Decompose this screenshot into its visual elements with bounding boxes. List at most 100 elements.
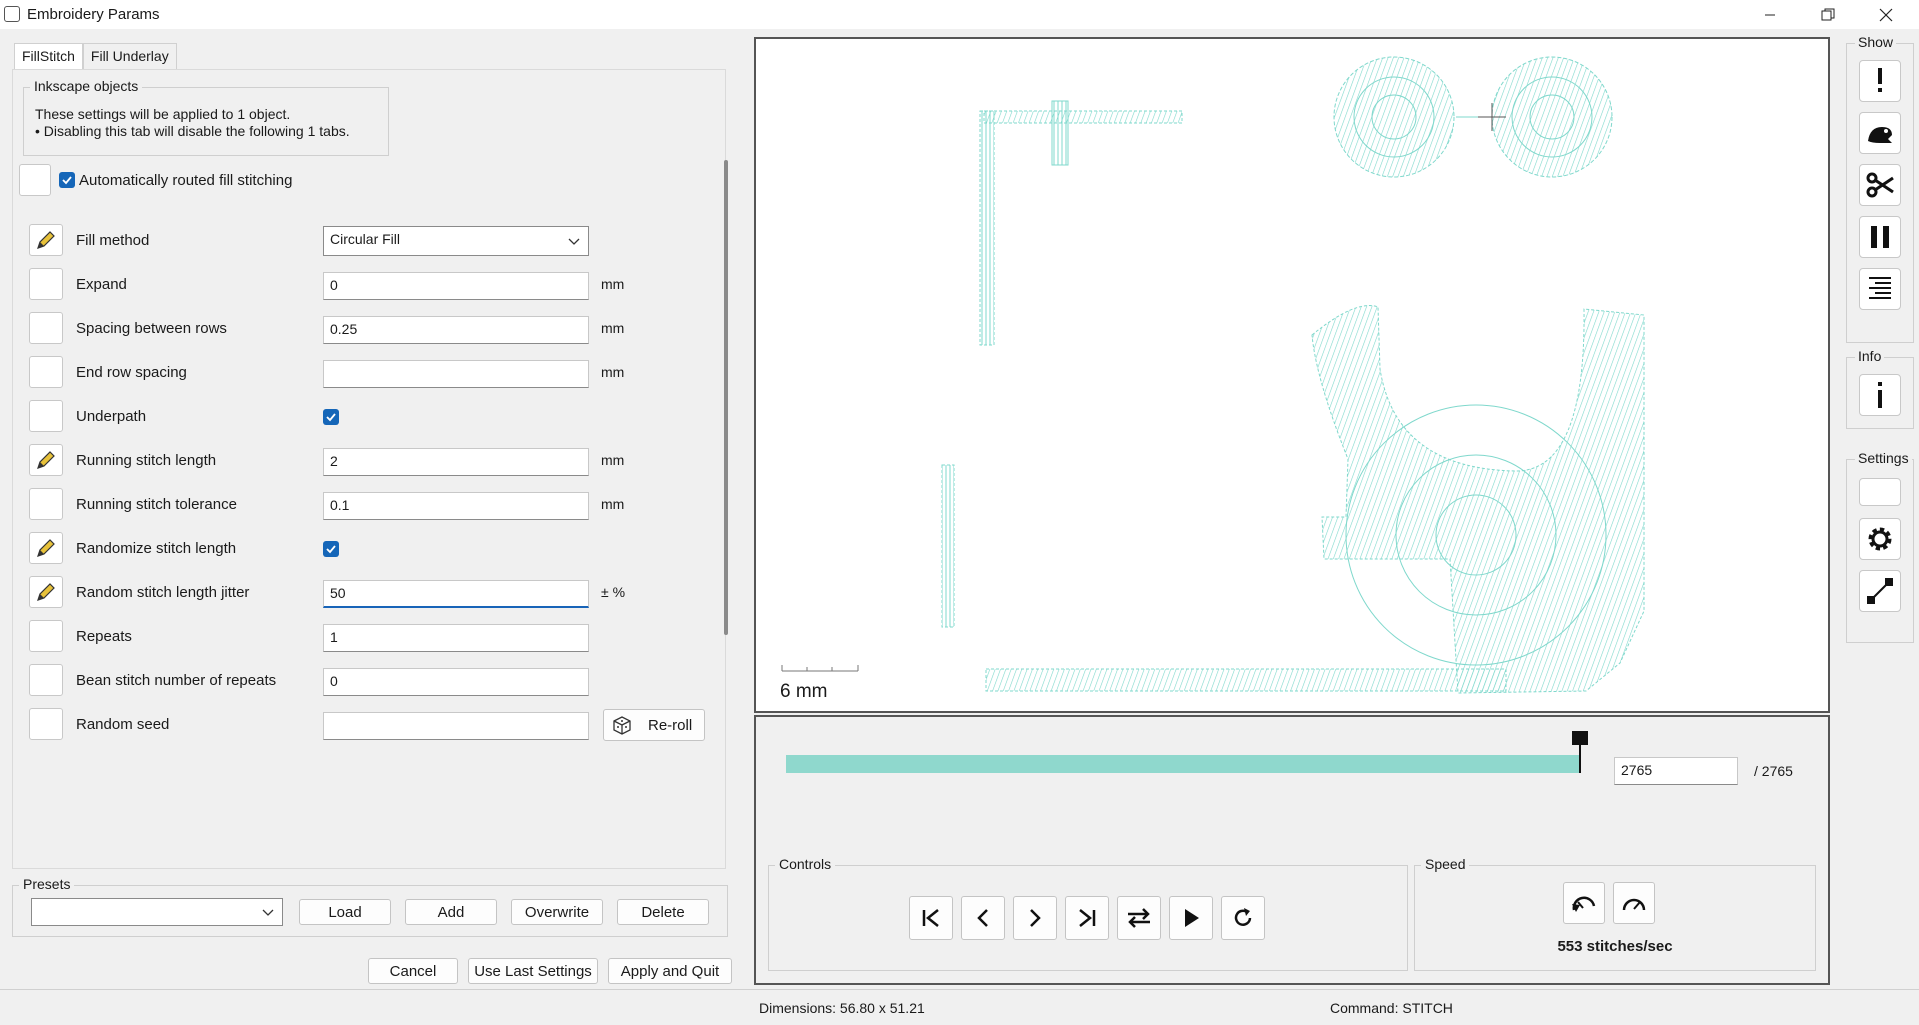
show-errors-button[interactable] xyxy=(1859,60,1901,102)
checkmark-icon xyxy=(62,176,72,185)
stitch-slider-fill xyxy=(786,755,1580,773)
reroll-button[interactable]: Re-roll xyxy=(603,709,705,741)
line-segment-icon xyxy=(1867,578,1893,604)
chevron-down-icon xyxy=(568,238,580,245)
next-stitch-button[interactable] xyxy=(1013,896,1057,940)
bean-stitch-input[interactable]: 0 xyxy=(323,668,589,696)
current-stitch-input[interactable]: 2765 xyxy=(1614,757,1738,785)
param-edited-toggle[interactable] xyxy=(29,312,63,344)
stitch-shape-bottom xyxy=(985,668,1507,692)
tab-fill-underlay[interactable]: Fill Underlay xyxy=(82,43,177,69)
scale-label: 6 mm xyxy=(780,681,828,702)
presets-select[interactable] xyxy=(31,898,283,926)
add-preset-button[interactable]: Add xyxy=(405,899,497,925)
running-stitch-length-input[interactable]: 2 xyxy=(323,448,589,476)
end-row-spacing-input[interactable] xyxy=(323,360,589,388)
param-edited-toggle[interactable] xyxy=(29,664,63,696)
param-edited-toggle[interactable] xyxy=(29,356,63,388)
stitch-slider-handle[interactable] xyxy=(1572,731,1588,745)
direction-toggle-button[interactable] xyxy=(1117,896,1161,940)
info-icon xyxy=(1878,382,1882,408)
param-edited-toggle[interactable] xyxy=(29,620,63,652)
info-group: Info xyxy=(1846,348,1914,429)
param-label: Running stitch tolerance xyxy=(76,496,237,513)
apply-and-quit-button[interactable]: Apply and Quit xyxy=(608,958,732,984)
param-unit: ± % xyxy=(601,584,626,600)
jitter-input[interactable]: 50 xyxy=(323,580,589,608)
previous-stitch-button[interactable] xyxy=(961,896,1005,940)
stitch-shape-corner xyxy=(979,100,1183,346)
auto-route-checkbox[interactable] xyxy=(59,172,75,188)
settings-legend: Settings xyxy=(1855,450,1912,466)
tab-bar: FillStitch Fill Underlay xyxy=(14,43,177,70)
param-edited-toggle[interactable] xyxy=(29,532,63,564)
text-align-icon xyxy=(1869,277,1891,299)
command-status: Command: STITCH xyxy=(1330,1000,1453,1016)
param-row-running-stitch-tolerance: Running stitch tolerance 0.1 mm xyxy=(29,486,669,522)
dimensions-status: Dimensions: 56.80 x 51.21 xyxy=(759,1000,925,1016)
restore-button[interactable] xyxy=(1799,0,1857,29)
param-edited-toggle[interactable] xyxy=(29,444,63,476)
running-stitch-tolerance-input[interactable]: 0.1 xyxy=(323,492,589,520)
show-jumps-button[interactable] xyxy=(1859,112,1901,154)
slow-down-icon xyxy=(1572,896,1596,912)
exclamation-icon xyxy=(1878,68,1882,92)
param-edited-toggle[interactable] xyxy=(29,708,63,740)
settings-button[interactable] xyxy=(1859,518,1901,560)
random-seed-input[interactable] xyxy=(323,712,589,740)
info-button[interactable] xyxy=(1859,374,1901,416)
show-group: Show xyxy=(1846,34,1914,343)
refresh-icon xyxy=(1234,908,1252,926)
expand-input[interactable]: 0 xyxy=(323,272,589,300)
param-unit: mm xyxy=(601,320,625,336)
param-edited-toggle[interactable] xyxy=(29,488,63,520)
chevron-down-icon xyxy=(262,909,274,916)
param-edited-toggle[interactable] xyxy=(29,400,63,432)
tab-fillstitch[interactable]: FillStitch xyxy=(14,43,83,70)
faster-button[interactable] xyxy=(1613,882,1655,924)
close-button[interactable] xyxy=(1857,0,1915,29)
params-panel: FillStitch Fill Underlay Inkscape object… xyxy=(0,29,745,989)
checkmark-icon xyxy=(326,545,336,554)
repeats-input[interactable]: 1 xyxy=(323,624,589,652)
settings-blank-button[interactable] xyxy=(1859,478,1901,506)
show-commands-button[interactable] xyxy=(1859,268,1901,310)
stitch-slider-track[interactable] xyxy=(786,755,1580,773)
cancel-button[interactable]: Cancel xyxy=(368,958,458,984)
fill-method-select[interactable]: Circular Fill xyxy=(323,226,589,256)
line-tool-button[interactable] xyxy=(1859,570,1901,612)
param-edited-toggle[interactable] xyxy=(29,224,63,256)
restart-button[interactable] xyxy=(1221,896,1265,940)
load-preset-button[interactable]: Load xyxy=(299,899,391,925)
param-label: Random stitch length jitter xyxy=(76,584,250,601)
controls-group: Controls xyxy=(768,856,1408,971)
delete-preset-button[interactable]: Delete xyxy=(617,899,709,925)
first-stitch-button[interactable] xyxy=(909,896,953,940)
stitch-preview-canvas[interactable]: 6 mm xyxy=(754,37,1830,713)
pause-icon xyxy=(1871,226,1889,248)
overwrite-preset-button[interactable]: Overwrite xyxy=(511,899,603,925)
play-button[interactable] xyxy=(1169,896,1213,940)
preview-panel: 6 mm 2765 / 2765 Controls Speed 553 stit… xyxy=(746,29,1919,989)
disable-info-text: • Disabling this tab will disable the fo… xyxy=(35,123,350,139)
randomize-stitch-length-checkbox[interactable] xyxy=(323,541,339,557)
param-label: Fill method xyxy=(76,232,150,249)
speed-up-icon xyxy=(1622,898,1646,911)
underpath-checkbox[interactable] xyxy=(323,409,339,425)
presets-legend: Presets xyxy=(19,876,75,892)
param-edited-toggle[interactable] xyxy=(29,268,63,300)
slower-button[interactable] xyxy=(1563,882,1605,924)
show-stops-button[interactable] xyxy=(1859,216,1901,258)
use-last-settings-button[interactable]: Use Last Settings xyxy=(468,958,598,984)
chevron-left-icon xyxy=(977,909,988,927)
settings-group: Settings xyxy=(1846,450,1914,643)
row-spacing-input[interactable]: 0.25 xyxy=(323,316,589,344)
info-legend: Info xyxy=(1855,348,1885,364)
minimize-button[interactable] xyxy=(1741,0,1799,29)
last-stitch-button[interactable] xyxy=(1065,896,1109,940)
auto-route-enable-box[interactable] xyxy=(19,164,51,196)
param-edited-toggle[interactable] xyxy=(29,576,63,608)
param-row-running-stitch-length: Running stitch length 2 mm xyxy=(29,442,669,478)
show-trims-button[interactable] xyxy=(1859,164,1901,206)
scrollbar[interactable] xyxy=(724,160,728,635)
